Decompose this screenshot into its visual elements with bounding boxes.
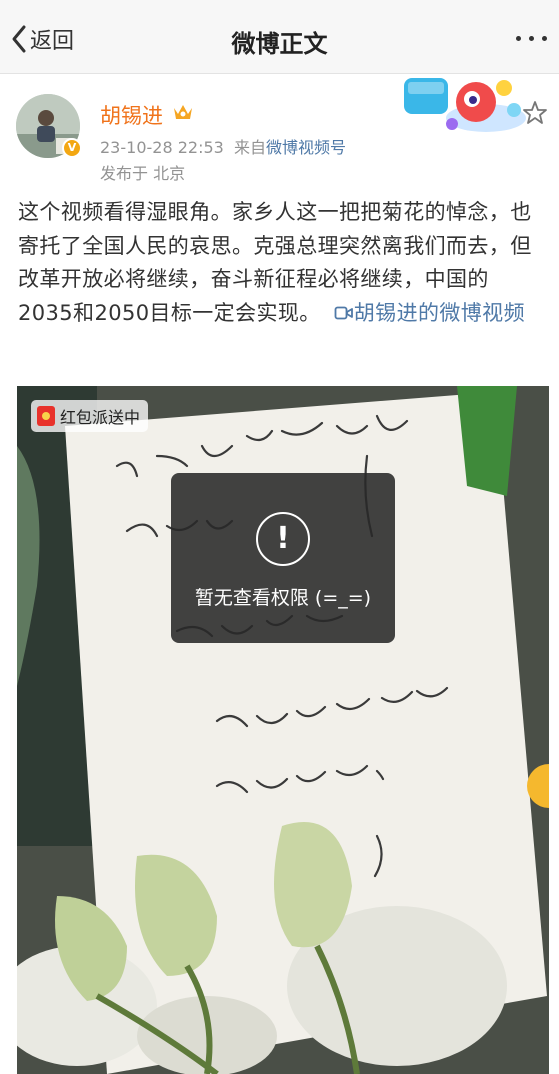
video-camera-icon [334,306,353,319]
dot-icon [542,36,547,41]
verified-badge-icon: V [62,138,82,158]
exclamation-icon: ! [256,512,310,566]
post-text: 这个视频看得湿眼角。家乡人这一把把菊花的悼念，也寄托了全国人民的哀思。克强总理突… [18,196,542,330]
more-options-button[interactable] [516,36,547,41]
favorite-star-icon[interactable] [522,100,548,126]
red-packet-icon [37,406,55,426]
red-packet-badge[interactable]: 红包派送中 [31,400,149,432]
post-meta: 23-10-28 22:53 来自微博视频号 [100,134,346,158]
page-title: 微博正文 [231,30,328,58]
red-packet-label: 红包派送中 [60,408,141,427]
national-day-sticker [404,78,526,132]
video-link-label: 胡锡进的微博视频 [353,300,525,325]
no-permission-toast: ! 暂无查看权限 (=_=) [171,473,395,643]
vip-crown-icon [174,105,192,119]
dot-icon [516,36,521,41]
toast-message: 暂无查看权限 (=_=) [194,587,372,609]
navigation-bar: 返回 微博正文 [0,0,559,74]
dot-icon [529,36,534,41]
post-time: 23-10-28 22:53 [100,138,224,157]
source-prefix: 来自 [234,138,267,157]
video-link[interactable]: 胡锡进的微博视频 [328,301,525,325]
post-location: 发布于 北京 [100,164,186,183]
author-name[interactable]: 胡锡进 [100,100,163,130]
source-link[interactable]: 微博视频号 [266,138,346,157]
